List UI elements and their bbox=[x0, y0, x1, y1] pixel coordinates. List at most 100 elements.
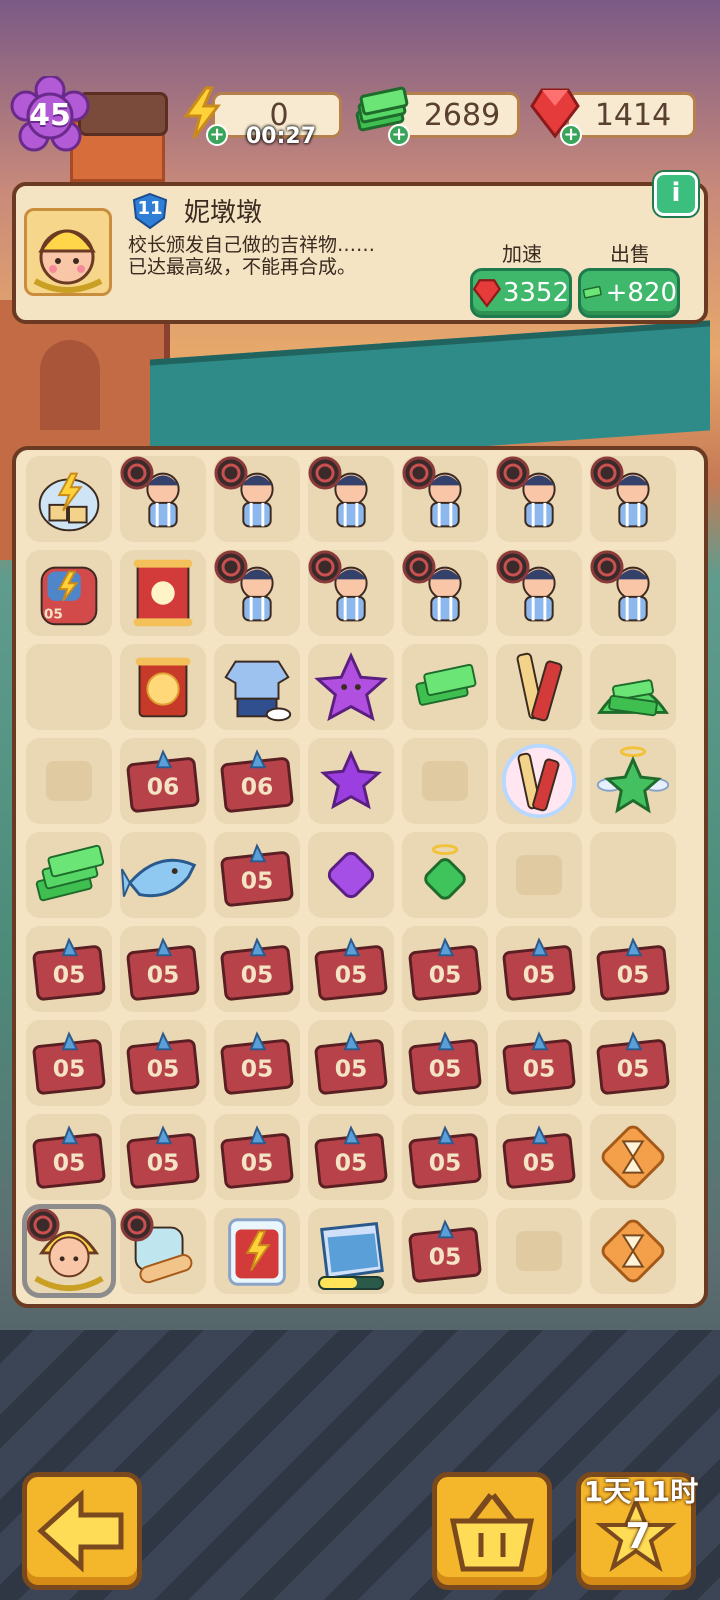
board-cell[interactable] bbox=[308, 832, 394, 918]
board-cell[interactable] bbox=[402, 456, 488, 542]
cash-small-icon bbox=[415, 663, 477, 706]
board-cell[interactable] bbox=[590, 738, 676, 824]
board-cell[interactable] bbox=[402, 550, 488, 636]
board-cell[interactable] bbox=[590, 550, 676, 636]
item-number-label: 05 bbox=[147, 1055, 180, 1083]
board-cell[interactable]: 05 bbox=[496, 926, 582, 1012]
board-cell[interactable] bbox=[308, 738, 394, 824]
green-gem-icon bbox=[424, 844, 466, 900]
board-cell-empty[interactable] bbox=[590, 832, 676, 918]
speedup-label: 加速 bbox=[502, 242, 542, 266]
board-cell[interactable]: 05 bbox=[308, 1114, 394, 1200]
board-cell[interactable]: 05 bbox=[590, 926, 676, 1012]
board-cell[interactable] bbox=[402, 644, 488, 730]
item-number-label: 05 bbox=[241, 1149, 274, 1177]
board-cell[interactable] bbox=[120, 644, 206, 730]
board-cell[interactable] bbox=[26, 832, 112, 918]
item-number-label: 05 bbox=[429, 1055, 462, 1083]
hourglass-icon bbox=[601, 1125, 665, 1189]
board-cell[interactable] bbox=[120, 550, 206, 636]
board-cell[interactable] bbox=[308, 456, 394, 542]
board-cell[interactable] bbox=[26, 738, 112, 824]
board-cell[interactable]: 05 bbox=[308, 1020, 394, 1106]
board-cell[interactable] bbox=[26, 456, 112, 542]
board-cell[interactable] bbox=[308, 550, 394, 636]
board-cell[interactable] bbox=[120, 1208, 206, 1294]
ticket-05-icon: 05 bbox=[408, 1219, 482, 1283]
board-cell[interactable]: 05 bbox=[26, 550, 112, 636]
board-cell[interactable]: 05 bbox=[214, 832, 300, 918]
board-cell[interactable]: 05 bbox=[214, 1020, 300, 1106]
board-cell[interactable] bbox=[496, 644, 582, 730]
gem-plus-icon[interactable]: + bbox=[560, 124, 582, 146]
folder-progress-bar bbox=[318, 1276, 384, 1290]
board-cell[interactable]: 05 bbox=[26, 1114, 112, 1200]
speedup-button[interactable]: 3352 bbox=[470, 268, 572, 318]
board-cell[interactable] bbox=[590, 1114, 676, 1200]
board-cell[interactable]: 05 bbox=[496, 1114, 582, 1200]
board-cell[interactable] bbox=[496, 832, 582, 918]
merge-board: 05 06 06 05 05 05 05 05 05 05 05 05 05 0… bbox=[12, 446, 708, 1308]
ticket-05-icon: 05 bbox=[32, 937, 106, 1001]
board-cell[interactable] bbox=[402, 738, 488, 824]
board-cell[interactable] bbox=[214, 456, 300, 542]
ticket-05-icon: 05 bbox=[220, 1125, 294, 1189]
uniform-icon bbox=[224, 660, 292, 722]
back-button[interactable] bbox=[22, 1472, 142, 1590]
sell-button[interactable]: +820 bbox=[578, 268, 680, 318]
board-cell[interactable]: 05 bbox=[26, 926, 112, 1012]
selected-item-thumbnail bbox=[24, 208, 112, 296]
ticket-05-icon: 05 bbox=[220, 937, 294, 1001]
board-cell[interactable] bbox=[214, 644, 300, 730]
info-button[interactable]: i bbox=[654, 172, 698, 216]
board-cell[interactable]: 05 bbox=[214, 926, 300, 1012]
board-cell[interactable]: 05 bbox=[402, 1020, 488, 1106]
angel-star-icon bbox=[596, 746, 670, 814]
board-cell[interactable] bbox=[22, 1204, 116, 1298]
board-cell[interactable]: 05 bbox=[496, 1020, 582, 1106]
board-cell[interactable] bbox=[120, 832, 206, 918]
player-level-badge[interactable]: 45 bbox=[10, 76, 90, 156]
board-cell[interactable]: 05 bbox=[402, 1208, 488, 1294]
item-number-label: 05 bbox=[44, 606, 63, 622]
energy-jar-icon bbox=[228, 1218, 286, 1286]
board-cell[interactable] bbox=[590, 1208, 676, 1294]
board-cell[interactable]: 05 bbox=[308, 926, 394, 1012]
board-cell[interactable] bbox=[402, 832, 488, 918]
board-cell[interactable] bbox=[308, 1208, 394, 1294]
item-description: 校长颁发自己做的吉祥物…… 已达最高级，不能再合成。 bbox=[128, 234, 376, 278]
basket-button[interactable] bbox=[432, 1472, 552, 1590]
cash-value: 2689 bbox=[423, 97, 501, 133]
board-cell[interactable]: 05 bbox=[402, 1114, 488, 1200]
ticket-05-icon: 05 bbox=[408, 1125, 482, 1189]
board-cell[interactable]: 05 bbox=[120, 926, 206, 1012]
board-cell[interactable]: 05 bbox=[402, 926, 488, 1012]
board-cell[interactable] bbox=[590, 644, 676, 730]
board-cell[interactable] bbox=[590, 456, 676, 542]
board-cell[interactable] bbox=[214, 550, 300, 636]
gem-counter[interactable]: 1414 bbox=[566, 92, 696, 138]
ticket-05-icon: 05 bbox=[32, 1031, 106, 1095]
board-cell[interactable] bbox=[496, 550, 582, 636]
cash-plus-icon[interactable]: + bbox=[388, 124, 410, 146]
ticket-05-icon: 05 bbox=[408, 937, 482, 1001]
board-cell[interactable]: 05 bbox=[26, 1020, 112, 1106]
event-timer: 1天11时 bbox=[583, 1475, 699, 1508]
board-cell[interactable] bbox=[214, 1208, 300, 1294]
locked-slot-placeholder-icon bbox=[422, 761, 468, 801]
board-cell[interactable] bbox=[496, 456, 582, 542]
board-cell[interactable]: 05 bbox=[120, 1020, 206, 1106]
board-cell[interactable] bbox=[120, 456, 206, 542]
board-cell[interactable] bbox=[308, 644, 394, 730]
board-cell[interactable]: 06 bbox=[214, 738, 300, 824]
item-number-label: 05 bbox=[335, 1149, 368, 1177]
board-cell-empty[interactable] bbox=[26, 644, 112, 730]
board-cell[interactable]: 05 bbox=[214, 1114, 300, 1200]
board-cell[interactable]: 05 bbox=[590, 1020, 676, 1106]
energy-plus-icon[interactable]: + bbox=[206, 124, 228, 146]
ticket-05-icon: 05 bbox=[314, 1125, 388, 1189]
board-cell[interactable]: 06 bbox=[120, 738, 206, 824]
board-cell[interactable] bbox=[496, 1208, 582, 1294]
board-cell[interactable] bbox=[496, 738, 582, 824]
board-cell[interactable]: 05 bbox=[120, 1114, 206, 1200]
